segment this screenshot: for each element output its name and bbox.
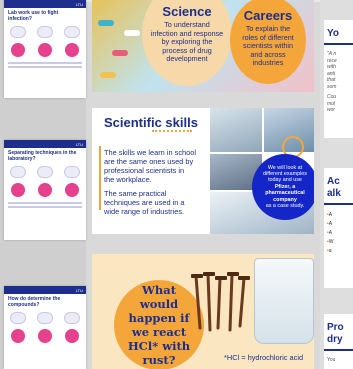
lab-photo: [210, 108, 262, 152]
thumbnail-pink-dots: [4, 326, 86, 346]
case-study-text-end: as a case study.: [265, 203, 305, 210]
slide-title: Scientific skills: [104, 115, 198, 130]
thumbnail-title: Separating techniques in the laboratory?: [8, 150, 77, 162]
capsule-image: [98, 20, 114, 26]
side-card-1[interactable]: Yo "A n rece with anti that som Cou mol …: [324, 20, 353, 138]
question-text: What would happen if we react HCl* with …: [127, 283, 191, 367]
case-study-circle: We will look at different examples today…: [252, 154, 314, 220]
thumbnail-1[interactable]: LTU Lab work use to fight infection?: [4, 0, 86, 98]
thumbnail-lines: [4, 202, 86, 208]
thumbnail-title: Lab work use to fight infection?: [8, 10, 59, 22]
thumbnail-tag: LTU: [75, 1, 83, 7]
card-bullet: A: [324, 229, 353, 238]
card-bullet: A: [324, 220, 353, 229]
thumbnail-bubbles: [4, 164, 86, 180]
capsule-image: [112, 50, 128, 56]
decorative-dotted-line: [152, 130, 192, 133]
thumbnail-tag: LTU: [75, 141, 83, 147]
card-bullet: A: [324, 211, 353, 220]
science-text: To understand infection and response by …: [150, 20, 224, 63]
thumbnail-2[interactable]: LTU Separating techniques in the laborat…: [4, 140, 86, 240]
card-line: som: [327, 83, 337, 90]
card-heading-2: alk: [327, 188, 341, 199]
thumbnail-bubbles: [4, 24, 86, 40]
footnote: *HCl = hydrochloric acid: [224, 353, 304, 362]
card-accent: [324, 43, 353, 45]
science-title: Science: [162, 4, 212, 19]
thumbnail-title: How do determine the compounds?: [8, 296, 61, 308]
card-heading: Ac: [327, 176, 340, 187]
thumbnail-lines: [4, 62, 86, 68]
slide-scientific-skills[interactable]: Scientific skills The skills we learn in…: [92, 108, 314, 234]
card-accent: [324, 203, 353, 205]
slide-hcl-question[interactable]: What would happen if we react HCl* with …: [92, 254, 314, 369]
careers-text: To explain the roles of different scient…: [242, 24, 294, 67]
card-bullet: W: [324, 238, 353, 247]
card-bullet: a: [324, 247, 353, 256]
card-accent: [324, 349, 353, 351]
case-study-company: Pfizer, a pharmaceutical company: [265, 183, 305, 203]
card-heading-2: dry: [327, 334, 343, 345]
skills-paragraph-2: The same practical techniques are used i…: [104, 189, 185, 216]
careers-bubble: Careers To explain the roles of differen…: [230, 0, 306, 84]
card-line: You: [327, 357, 336, 363]
case-study-text: We will look at different examples today…: [263, 164, 307, 184]
thumbnail-pink-dots: [4, 180, 86, 200]
side-card-3[interactable]: Pro dry You: [324, 314, 353, 369]
rusty-nails-image: [191, 272, 250, 332]
thumbnail-header: LTU: [4, 140, 86, 148]
thumbnail-pink-dots: [4, 40, 86, 60]
accent-line: [99, 146, 101, 210]
thumbnail-header: LTU: [4, 286, 86, 294]
capsule-image: [124, 30, 140, 36]
thumbnail-header: LTU: [4, 0, 86, 8]
careers-title: Careers: [243, 8, 293, 23]
card-line: wor: [327, 107, 336, 113]
science-bubble: Science To understand infection and resp…: [142, 0, 232, 86]
capsule-image: [100, 72, 116, 78]
thumbnail-3[interactable]: LTU How do determine the compounds?: [4, 286, 86, 369]
card-heading: Pro: [327, 322, 344, 333]
beaker-image: [254, 258, 314, 344]
slide-body: The skills we learn in school are the sa…: [104, 148, 196, 221]
slide-aims[interactable]: Science To understand infection and resp…: [92, 0, 314, 92]
skills-paragraph-1: The skills we learn in school are the sa…: [104, 148, 197, 184]
thumbnail-bubbles: [4, 310, 86, 326]
card-heading: Yo: [327, 28, 340, 39]
thumbnail-tag: LTU: [75, 287, 83, 293]
side-card-2[interactable]: Ac alk A A A W a: [324, 168, 353, 288]
